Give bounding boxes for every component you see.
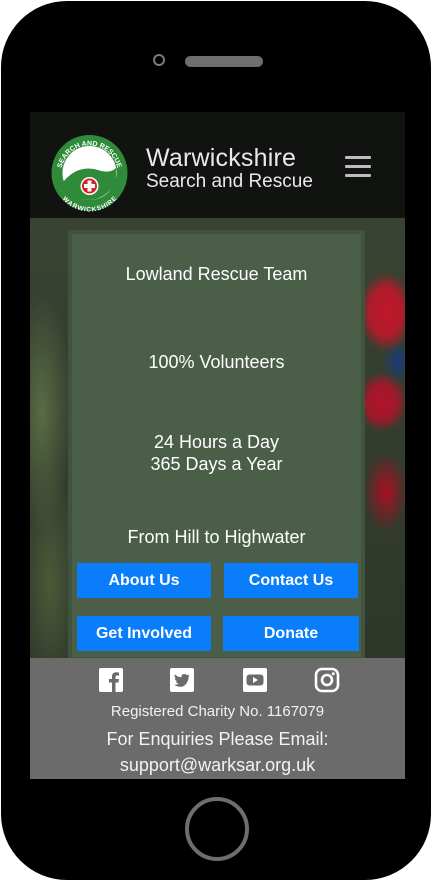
contact-us-button[interactable]: Contact Us — [224, 563, 358, 598]
charity-number: Registered Charity No. 1167079 — [110, 703, 325, 720]
support-email-link[interactable]: support@warksar.org.uk — [30, 755, 405, 776]
get-involved-button[interactable]: Get Involved — [77, 616, 211, 651]
slogan-volunteers: 100% Volunteers — [148, 352, 285, 372]
slogan-24-hours: 24 Hours a Day 365 Days a Year — [150, 432, 283, 474]
front-camera — [153, 54, 165, 66]
hamburger-menu-icon[interactable] — [343, 153, 373, 179]
facebook-icon[interactable] — [98, 667, 124, 693]
phone-frame: SEARCH AND RESCUE WARWICKSHIRE Warwicksh… — [1, 1, 431, 880]
donate-button[interactable]: Donate — [223, 616, 359, 651]
warwickshire-sar-logo[interactable]: SEARCH AND RESCUE WARWICKSHIRE — [48, 134, 131, 212]
about-us-button[interactable]: About Us — [77, 563, 211, 598]
phone-screen: SEARCH AND RESCUE WARWICKSHIRE Warwicksh… — [30, 112, 405, 779]
twitter-icon[interactable] — [169, 667, 195, 693]
brand-subtitle[interactable]: Search and Rescue — [146, 171, 313, 193]
home-button[interactable] — [185, 797, 249, 861]
youtube-icon[interactable] — [242, 667, 268, 693]
site-header: SEARCH AND RESCUE WARWICKSHIRE Warwicksh… — [30, 112, 405, 218]
slogan-hill-to-highwater: From Hill to Highwater — [127, 527, 306, 547]
slogan-lowland-rescue: Lowland Rescue Team — [125, 264, 308, 284]
instagram-icon[interactable] — [314, 667, 340, 693]
brand-title[interactable]: Warwickshire — [146, 144, 296, 173]
site-footer: Registered Charity No. 1167079 For Enqui… — [30, 658, 405, 779]
enquiries-label: For Enquiries Please Email: — [106, 729, 329, 749]
earpiece-speaker — [185, 56, 263, 67]
